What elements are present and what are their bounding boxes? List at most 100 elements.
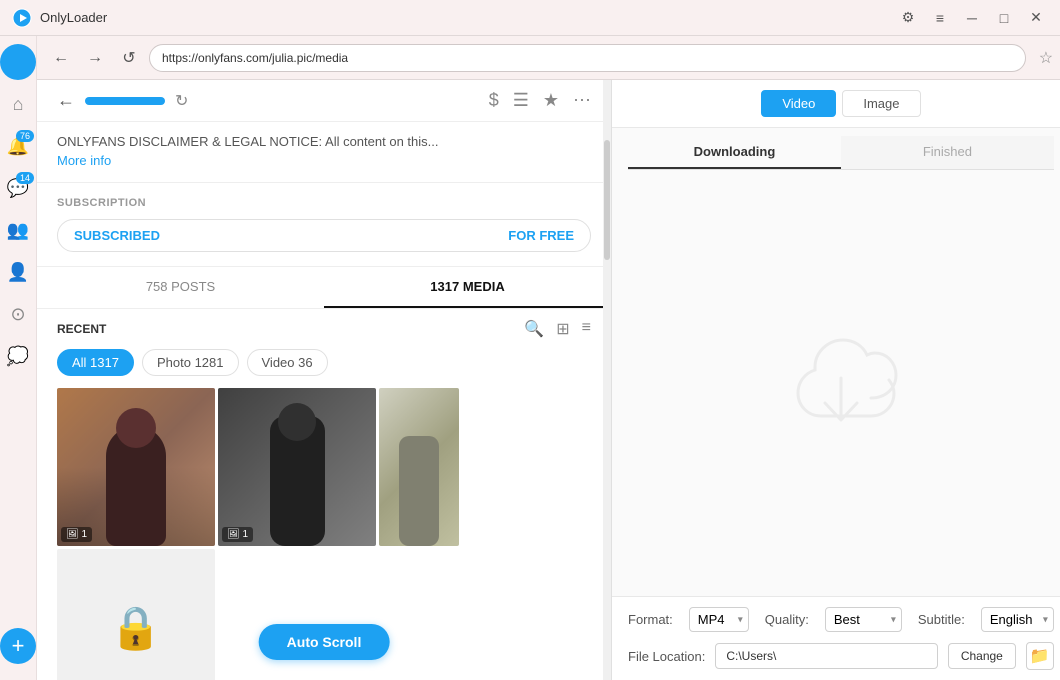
- media-header-icons: 🔍 ⊞ ≡: [524, 319, 591, 339]
- user-icon: 👤: [7, 262, 29, 283]
- filter-video[interactable]: Video 36: [247, 349, 328, 376]
- sidebar-item-circle[interactable]: ⊙: [0, 296, 36, 332]
- url-bar[interactable]: [149, 44, 1026, 72]
- bottom-controls: Format: MP4 MKV AVI MOV Quality:: [612, 596, 1060, 680]
- more-info-link[interactable]: More info: [57, 153, 111, 168]
- app-logo: [12, 8, 32, 28]
- media-tab[interactable]: 1317 MEDIA: [324, 267, 611, 308]
- subtitle-label: Subtitle:: [918, 612, 965, 627]
- cloud-download-icon: [781, 333, 901, 433]
- sort-icon[interactable]: ≡: [582, 319, 591, 339]
- minimize-btn[interactable]: ─: [960, 6, 984, 30]
- sidebar-avatar[interactable]: [0, 44, 36, 80]
- scroll-track[interactable]: [603, 80, 611, 680]
- filter-photo[interactable]: Photo 1281: [142, 349, 239, 376]
- sidebar-item-notifications[interactable]: 🔔 76: [0, 128, 36, 164]
- notification-badge: 76: [16, 130, 34, 142]
- subscription-box: SUBSCRIBED FOR FREE: [57, 219, 591, 252]
- quality-select-wrapper: Best High Medium Low: [825, 607, 902, 632]
- scroll-thumb: [604, 140, 610, 260]
- sidebar-item-home[interactable]: ⌂: [0, 86, 36, 122]
- profile-refresh-icon[interactable]: ↻: [175, 91, 188, 111]
- profile-header: ← ↻ $ ☰ ★ ⋯: [37, 80, 611, 122]
- quality-select[interactable]: Best High Medium Low: [825, 607, 902, 632]
- message-badge: 14: [16, 172, 34, 184]
- format-select-wrapper: MP4 MKV AVI MOV: [689, 607, 749, 632]
- media-header: RECENT 🔍 ⊞ ≡: [57, 319, 591, 339]
- browser-content: ← ↻ $ ☰ ★ ⋯ ONLYFANS DISCLAIMER & LEGAL …: [37, 80, 612, 680]
- thumb-2-label: 🖼 1: [222, 527, 253, 542]
- plus-icon: +: [12, 633, 25, 659]
- video-tab-btn[interactable]: Video: [761, 90, 836, 117]
- format-select[interactable]: MP4 MKV AVI MOV: [689, 607, 749, 632]
- menu-btn[interactable]: ≡: [928, 6, 952, 30]
- back-btn[interactable]: ←: [47, 44, 75, 72]
- sidebar-item-fans[interactable]: 👥: [0, 212, 36, 248]
- bookmark-icon[interactable]: ☆: [1032, 44, 1060, 72]
- sidebar: ⌂ 🔔 76 💬 14 👥 👤 ⊙ 💭 +: [0, 36, 37, 680]
- window-controls: ⚙ ≡ ─ □ ✕: [896, 6, 1048, 30]
- media-thumb-locked: 🔒: [57, 549, 215, 680]
- more-icon[interactable]: ⋯: [573, 90, 591, 111]
- posts-tab[interactable]: 758 POSTS: [37, 267, 324, 308]
- subscribed-badge: SUBSCRIBED: [74, 228, 160, 243]
- sidebar-item-profile[interactable]: 👤: [0, 254, 36, 290]
- dollar-icon[interactable]: $: [489, 90, 499, 111]
- search-icon[interactable]: 🔍: [524, 319, 544, 339]
- downloading-tab[interactable]: Downloading: [628, 136, 841, 169]
- sidebar-item-messages[interactable]: 💬 14: [0, 170, 36, 206]
- settings-btn[interactable]: ⚙: [896, 6, 920, 30]
- disclaimer-title: ONLYFANS DISCLAIMER & LEGAL NOTICE: All …: [57, 134, 591, 149]
- file-row: File Location: Change 📁: [628, 642, 1054, 670]
- download-tabs: Downloading Finished: [628, 136, 1054, 170]
- thumb-1-label: 🖼 1: [61, 527, 92, 542]
- quality-label: Quality:: [765, 612, 809, 627]
- subscription-label: SUBSCRIPTION: [57, 197, 591, 209]
- recent-label: RECENT: [57, 322, 524, 336]
- format-label: Format:: [628, 612, 673, 627]
- home-icon: ⌂: [13, 94, 24, 115]
- subtitle-select-wrapper: English None Auto: [981, 607, 1054, 632]
- media-thumb-2[interactable]: 🖼 1: [218, 388, 376, 546]
- nav-bar: ← → ↺ ☆: [37, 36, 1060, 80]
- app-title: OnlyLoader: [40, 10, 888, 25]
- for-free-label: FOR FREE: [508, 228, 574, 243]
- image-tab-btn[interactable]: Image: [842, 90, 920, 117]
- sidebar-item-bubble[interactable]: 💭: [0, 338, 36, 374]
- media-thumb-3[interactable]: [379, 388, 459, 546]
- right-panel-header: Video Image: [612, 80, 1060, 128]
- filter-pills: All 1317 Photo 1281 Video 36: [57, 349, 591, 376]
- profile-header-actions: $ ☰ ★ ⋯: [489, 90, 591, 111]
- disclaimer-section: ONLYFANS DISCLAIMER & LEGAL NOTICE: All …: [37, 122, 611, 183]
- change-btn[interactable]: Change: [948, 643, 1016, 669]
- finished-tab[interactable]: Finished: [841, 136, 1054, 169]
- bookmark-icon-profile[interactable]: ☰: [513, 90, 529, 111]
- format-row: Format: MP4 MKV AVI MOV Quality:: [628, 607, 1054, 632]
- subscription-section: SUBSCRIPTION SUBSCRIBED FOR FREE: [37, 183, 611, 267]
- media-thumb-1[interactable]: 🖼 1: [57, 388, 215, 546]
- bubble-icon: 💭: [7, 346, 29, 367]
- sidebar-add-btn[interactable]: +: [0, 628, 36, 664]
- folder-icon: 📁: [1030, 646, 1050, 666]
- content-split: ← ↻ $ ☰ ★ ⋯ ONLYFANS DISCLAIMER & LEGAL …: [37, 80, 1060, 680]
- circle-icon: ⊙: [10, 304, 25, 325]
- subtitle-select[interactable]: English None Auto: [981, 607, 1054, 632]
- star-icon[interactable]: ★: [543, 90, 559, 111]
- content-tabs: 758 POSTS 1317 MEDIA: [37, 267, 611, 309]
- folder-btn[interactable]: 📁: [1026, 642, 1054, 670]
- profile-back-btn[interactable]: ←: [57, 90, 75, 111]
- file-path-input[interactable]: [715, 643, 937, 669]
- file-location-label: File Location:: [628, 649, 705, 664]
- profile-name-button[interactable]: [85, 97, 165, 105]
- refresh-btn[interactable]: ↺: [115, 44, 143, 72]
- auto-scroll-btn[interactable]: Auto Scroll: [259, 624, 390, 660]
- fans-icon: 👥: [7, 220, 29, 241]
- right-panel: Video Image Downloading Finished: [612, 80, 1060, 680]
- lock-icon: 🔒: [110, 604, 162, 653]
- forward-btn[interactable]: →: [81, 44, 109, 72]
- main-container: ⌂ 🔔 76 💬 14 👥 👤 ⊙ 💭 + ← → ↺: [0, 36, 1060, 680]
- maximize-btn[interactable]: □: [992, 6, 1016, 30]
- filter-all[interactable]: All 1317: [57, 349, 134, 376]
- close-btn[interactable]: ✕: [1024, 6, 1048, 30]
- grid-icon[interactable]: ⊞: [556, 319, 569, 339]
